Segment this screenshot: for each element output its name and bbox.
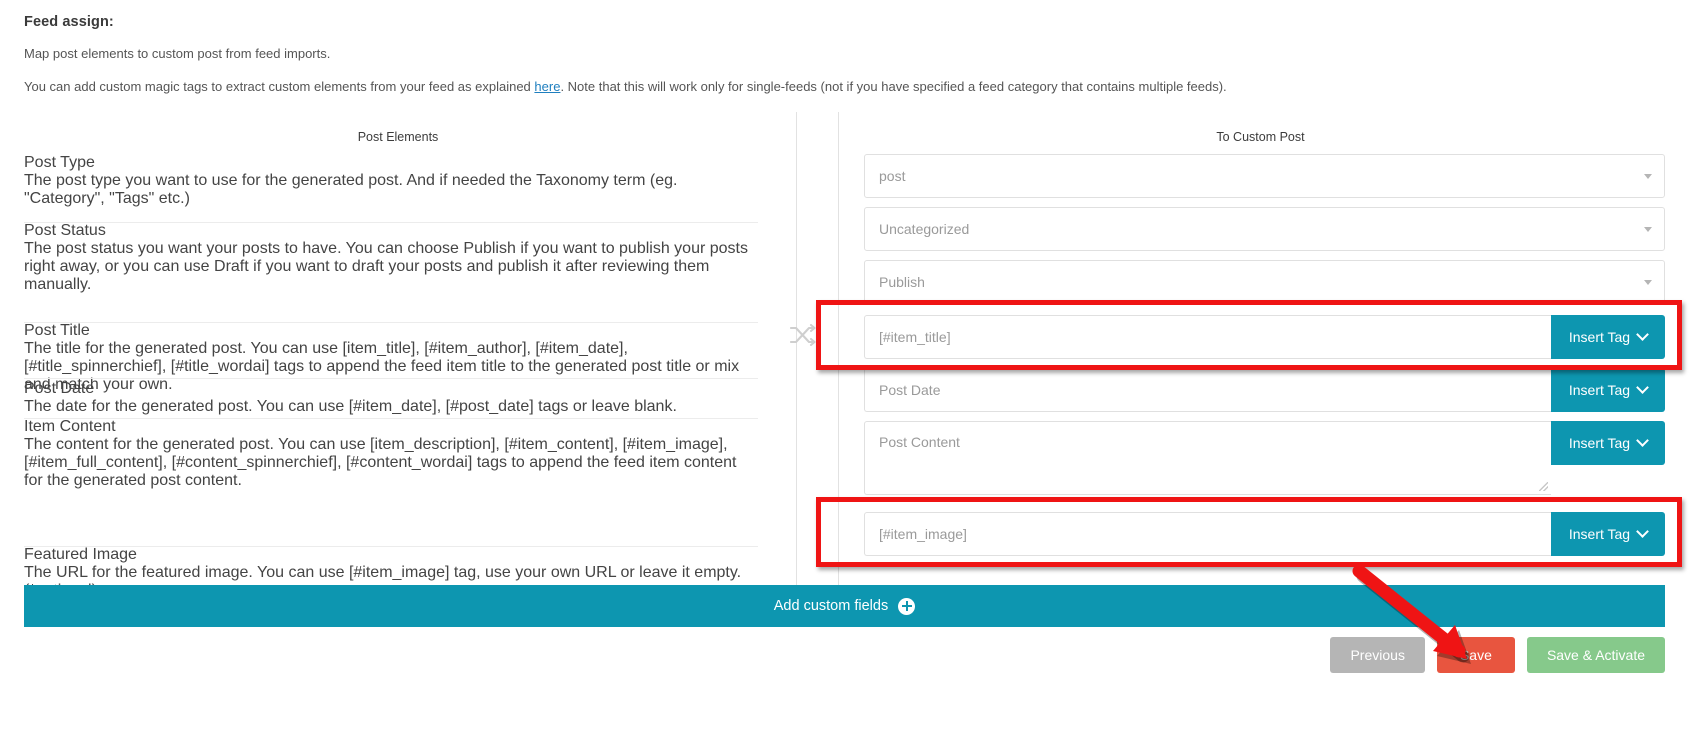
- taxonomy-value: Uncategorized: [879, 220, 970, 237]
- post-elements-column: Post Elements Post Type The post type yo…: [24, 112, 772, 612]
- post-elements-header: Post Elements: [357, 129, 439, 144]
- row-label-post-status: Post Status The post status you want you…: [24, 222, 758, 322]
- page-note: You can add custom magic tags to extract…: [24, 79, 1665, 96]
- post-date-input[interactable]: Post Date: [864, 367, 1551, 412]
- post-title-input[interactable]: [#item_title]: [864, 314, 1551, 359]
- chevron-down-icon: [1636, 328, 1649, 342]
- post-status-select-wrap: Publish: [864, 259, 1665, 304]
- post-type-select[interactable]: post: [864, 153, 1665, 198]
- shuffle-column: [772, 112, 856, 612]
- resize-handle[interactable]: [1539, 481, 1548, 491]
- insert-tag-label: Insert Tag: [1568, 328, 1631, 345]
- post-content-value: Post Content: [879, 433, 960, 450]
- label-post-status: Post Status: [24, 221, 106, 239]
- label-post-title: Post Title: [24, 321, 90, 339]
- add-custom-fields-label: Add custom fields: [773, 598, 889, 614]
- post-title-field-wrap: [#item_title] Insert Tag: [864, 314, 1665, 359]
- taxonomy-select[interactable]: Uncategorized: [864, 206, 1665, 251]
- mapping-grid: Post Elements Post Type The post type yo…: [24, 111, 1665, 612]
- post-date-insert-tag-button[interactable]: Insert Tag: [1551, 367, 1665, 412]
- row-label-item-content: Item Content The content for the generat…: [24, 418, 758, 546]
- featured-image-value: [#item_image]: [879, 525, 967, 542]
- post-title-insert-tag-button[interactable]: Insert Tag: [1551, 314, 1665, 359]
- row-label-post-type: Post Type The post type you want to use …: [24, 154, 758, 222]
- note-text-before: You can add custom magic tags to extract…: [24, 78, 535, 94]
- row-label-post-title: Post Title The title for the generated p…: [24, 321, 758, 393]
- post-status-select[interactable]: Publish: [864, 259, 1665, 304]
- page-title: Feed assign:: [24, 14, 114, 30]
- magic-tags-help-link[interactable]: here: [534, 79, 560, 94]
- chevron-down-icon: [1636, 525, 1649, 539]
- insert-tag-label: Insert Tag: [1568, 434, 1631, 451]
- post-type-value: post: [879, 167, 906, 184]
- post-content-field-wrap: Post Content Insert Tag: [864, 420, 1665, 495]
- save-activate-button[interactable]: Save & Activate: [1526, 637, 1665, 673]
- to-custom-post-header: To Custom Post: [1216, 129, 1305, 144]
- intro-section: Feed assign: Map post elements to custom…: [0, 0, 1689, 96]
- post-content-textarea[interactable]: Post Content: [864, 420, 1551, 495]
- chevron-down-icon: [1644, 173, 1652, 179]
- featured-image-field-wrap: [#item_image] Insert Tag: [864, 511, 1665, 556]
- feed-assign-page: Feed assign: Map post elements to custom…: [0, 0, 1689, 736]
- description-post-date: The date for the generated post. You can…: [24, 397, 677, 415]
- shuffle-icon: [789, 323, 816, 351]
- chevron-down-icon: [1644, 279, 1652, 285]
- label-featured-image: Featured Image: [24, 545, 137, 563]
- taxonomy-select-wrap: Uncategorized: [864, 206, 1665, 251]
- row-separator: [24, 377, 758, 379]
- page-subtitle: Map post elements to custom post from fe…: [24, 46, 331, 61]
- post-title-value: [#item_title]: [879, 328, 951, 345]
- arrow-annotation-icon: [1352, 564, 1482, 674]
- label-post-date: Post Date: [24, 379, 95, 397]
- post-date-field-wrap: Post Date Insert Tag: [864, 367, 1665, 412]
- post-type-select-wrap: post: [864, 153, 1665, 198]
- post-content-insert-tag-button[interactable]: Insert Tag: [1551, 420, 1665, 465]
- to-custom-post-column: To Custom Post post Uncategorized Publis…: [856, 112, 1665, 612]
- row-label-post-date: Post Date The date for the generated pos…: [24, 380, 758, 418]
- label-item-content: Item Content: [24, 417, 116, 435]
- chevron-down-icon: [1636, 381, 1649, 395]
- label-post-type: Post Type: [24, 153, 95, 171]
- description-item-content: The content for the generated post. You …: [24, 435, 737, 489]
- note-text-after: . Note that this will work only for sing…: [560, 78, 1227, 94]
- post-date-value: Post Date: [879, 381, 941, 398]
- post-status-value: Publish: [879, 273, 925, 290]
- featured-image-input[interactable]: [#item_image]: [864, 511, 1551, 556]
- chevron-down-icon: [1644, 226, 1652, 232]
- featured-image-insert-tag-button[interactable]: Insert Tag: [1551, 511, 1665, 556]
- description-post-type: The post type you want to use for the ge…: [24, 171, 678, 207]
- plus-circle-icon: [898, 597, 916, 615]
- insert-tag-label: Insert Tag: [1568, 381, 1631, 398]
- description-post-status: The post status you want your posts to h…: [24, 239, 748, 293]
- chevron-down-icon: [1636, 434, 1649, 448]
- insert-tag-label: Insert Tag: [1568, 525, 1631, 542]
